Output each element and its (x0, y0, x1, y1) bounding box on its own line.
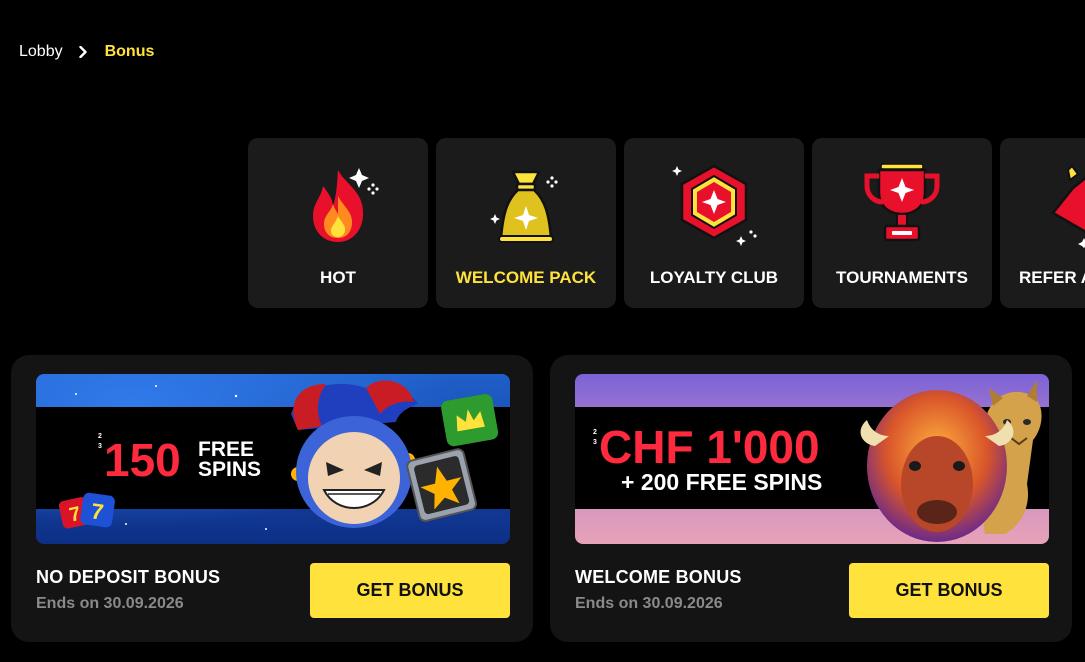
refer-icon (1051, 164, 1085, 248)
svg-text:2: 2 (98, 433, 102, 440)
svg-text:2: 2 (593, 429, 597, 436)
category-label: LOYALTY CLUB (649, 268, 779, 287)
category-label: TOURNAMENTS (836, 268, 968, 287)
category-label: REFER A (1019, 268, 1085, 287)
gem-icon (672, 164, 757, 246)
category-hot[interactable]: HOT (248, 138, 428, 308)
category-refer-a-friend[interactable]: REFER A (1000, 138, 1085, 308)
category-tournaments[interactable]: TOURNAMENTS (812, 138, 992, 308)
breadcrumb-current: Bonus (104, 43, 155, 60)
bonus-title: NO DEPOSIT BONUS (36, 567, 221, 587)
breadcrumb-lobby-link[interactable]: Lobby (19, 43, 63, 61)
bonus-card-no-deposit: 7 7 2 3 150 FREE SPINS NO DEPOSIT BONUS … (11, 355, 533, 642)
chevron-right-icon (78, 46, 87, 58)
bonus-banner[interactable]: 7 7 2 3 150 FREE SPINS (36, 374, 510, 544)
bonus-banner[interactable]: 2 3 CHF 1'000 + 200 FREE SPINS (575, 374, 1049, 544)
crown-block-illustration (441, 394, 499, 447)
fire-icon (313, 168, 379, 242)
breadcrumb: Lobby Bonus (19, 40, 154, 64)
banner-amount: 150 (104, 434, 181, 486)
get-bonus-button[interactable]: GET BONUS (849, 563, 1049, 618)
category-welcome-pack[interactable]: WELCOME PACK (436, 138, 616, 308)
svg-text:3: 3 (98, 443, 102, 450)
bonus-category-list: HOT WELCOME PACK LOYALTY CLUB TOURNAMENT… (248, 138, 1085, 308)
svg-text:3: 3 (593, 439, 597, 446)
bonus-title: WELCOME BONUS (575, 567, 742, 587)
joker-character-illustration (291, 380, 418, 528)
money-bag-icon (490, 170, 558, 243)
trophy-icon (864, 163, 940, 242)
bonus-expiry: Ends on 30.09.2026 (36, 595, 184, 612)
get-bonus-button[interactable]: GET BONUS (310, 563, 510, 618)
bonus-expiry: Ends on 30.09.2026 (575, 595, 723, 612)
category-label: WELCOME PACK (455, 268, 597, 287)
bonus-card-welcome: 2 3 CHF 1'000 + 200 FREE SPINS WELCOME B… (550, 355, 1072, 642)
banner-amount: CHF 1'000 (599, 421, 820, 473)
banner-line2: SPINS (198, 458, 261, 481)
banner-line1: + 200 FREE SPINS (621, 469, 822, 495)
category-label: HOT (320, 268, 356, 287)
category-loyalty-club[interactable]: LOYALTY CLUB (624, 138, 804, 308)
